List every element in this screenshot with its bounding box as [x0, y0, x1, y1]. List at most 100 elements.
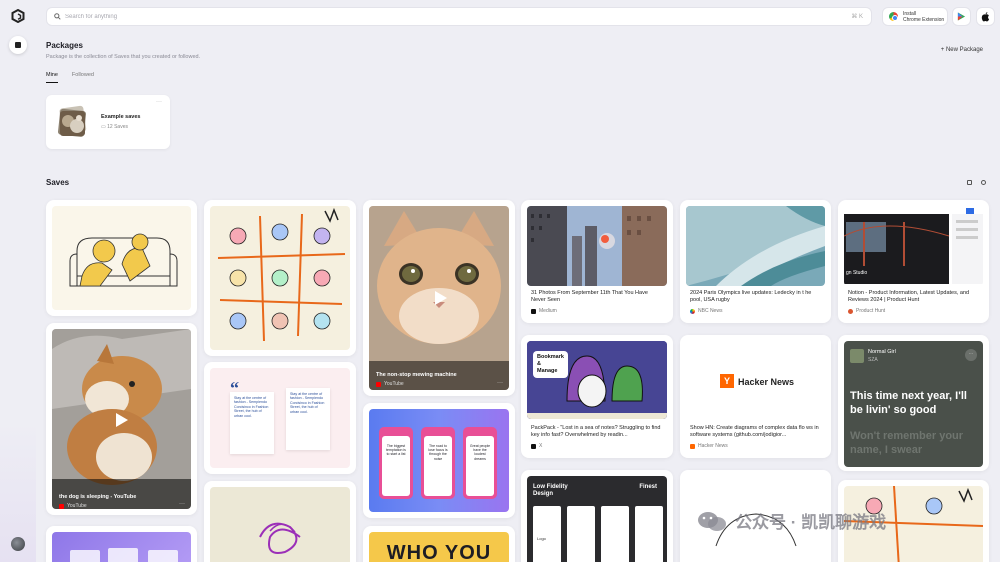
tab-mine[interactable]: Mine — [46, 72, 58, 83]
package-name: Example saves — [101, 114, 141, 120]
left-rail — [0, 0, 36, 562]
card-source: Product Hunt — [848, 308, 885, 314]
card-source: YouTube — [376, 381, 404, 387]
save-card-tweet[interactable]: Bookmark & Manage PackPack - "Lost in a se… — [521, 335, 673, 458]
x-icon — [531, 443, 536, 449]
card-image: WHO YOU — [369, 532, 509, 562]
more-icon[interactable]: ··· — [179, 501, 185, 507]
wechat-icon — [698, 511, 726, 531]
card-image — [210, 487, 350, 562]
more-icon[interactable]: ··· — [497, 380, 503, 386]
image-caption: gn Studio — [846, 270, 868, 276]
youtube-icon — [59, 503, 64, 509]
wireframe-label: Finest — [639, 484, 657, 490]
view-toggle — [967, 180, 986, 185]
save-card-banner[interactable]: WHO YOU — [363, 526, 515, 562]
save-card-illustration-sofa[interactable] — [46, 200, 197, 316]
search-input[interactable] — [65, 13, 765, 20]
artist-name: SZA — [868, 357, 878, 363]
settings-icon[interactable] — [981, 180, 986, 185]
card-image: The non-stop mewing machine YouTube ··· — [369, 206, 509, 390]
lyric-line-faded: Won't remember your name, I swear — [850, 430, 964, 456]
card-image — [52, 206, 191, 310]
wireframe-title: Low Fidelity Design — [533, 484, 568, 497]
package-count: ▭ 12 Saves — [101, 124, 128, 130]
app-logo-icon[interactable] — [11, 9, 25, 23]
hacker-news-title: Hacker News — [738, 377, 795, 387]
save-card-medium-article[interactable]: 31 Photos From September 11th That You H… — [521, 200, 673, 323]
hacker-news-logo-icon: Y — [720, 374, 734, 388]
search-bar[interactable]: ⌘ K — [46, 7, 872, 26]
save-card-video-cat[interactable]: The non-stop mewing machine YouTube ··· — [363, 200, 515, 396]
card-title: the dog is sleeping - YouTube — [59, 494, 137, 500]
extension-line2: Chrome Extension — [903, 16, 945, 23]
card-image: Normal Girl SZA ··· This time next year,… — [844, 341, 983, 467]
card-source: YouTube — [59, 503, 87, 509]
card-image — [210, 206, 350, 350]
card-source: NBC News — [690, 308, 722, 314]
more-icon[interactable]: ··· — [156, 99, 162, 105]
save-card-phones[interactable]: The biggest temptation is to start a lis… — [363, 403, 515, 518]
saves-title: Saves — [46, 178, 70, 187]
search-icon — [54, 13, 61, 20]
quote-card-right: Stay at the centre of fashion - Sempiend… — [286, 388, 330, 450]
save-card-nbc-article[interactable]: 2024 Paris Olympics live updates: Ledeck… — [680, 200, 831, 323]
play-icon[interactable] — [116, 413, 128, 427]
card-title: 2024 Paris Olympics live updates: Ledeck… — [690, 290, 812, 303]
medium-icon — [531, 308, 536, 314]
song-title: Normal Girl — [868, 349, 896, 355]
chrome-icon — [889, 12, 898, 21]
app-store-button[interactable] — [976, 7, 995, 26]
save-card-wireframe[interactable]: Low Fidelity Design Finest Logo — [521, 470, 673, 562]
user-avatar[interactable] — [11, 537, 25, 551]
apple-icon — [981, 11, 990, 21]
save-card-scribble[interactable] — [204, 481, 356, 562]
play-icon[interactable] — [435, 291, 447, 305]
card-image: Low Fidelity Design Finest Logo — [527, 476, 667, 562]
card-title: Notion - Product Information, Latest Upd… — [848, 290, 970, 303]
tab-followed[interactable]: Followed — [72, 72, 94, 83]
card-image — [527, 206, 667, 286]
packages-tabs: Mine Followed — [46, 72, 94, 83]
card-image — [686, 206, 825, 286]
quote-card-left: Stay at the centre of fashion - Sempiend… — [230, 392, 274, 454]
card-title: The non-stop mewing machine — [376, 372, 457, 378]
card-title: 31 Photos From September 11th That You H… — [531, 290, 648, 303]
save-card-doodle-grid[interactable] — [204, 200, 356, 356]
banner-text: WHO YOU — [386, 542, 492, 562]
card-source: Medium — [531, 308, 557, 314]
grid-view-icon[interactable] — [967, 180, 972, 185]
album-art — [850, 349, 864, 363]
new-package-button[interactable]: + New Package — [941, 47, 983, 53]
card-image — [52, 532, 191, 562]
nbc-icon — [690, 308, 695, 314]
card-source: X — [531, 443, 542, 449]
install-extension-button[interactable]: Install Chrome Extension — [882, 7, 948, 26]
save-card-purple[interactable] — [46, 526, 197, 562]
watermark: 公众号 · 凯凯聊游戏 — [697, 508, 886, 533]
phone-mock-2: The road to lose focus is through the no… — [421, 427, 455, 499]
google-play-button[interactable] — [952, 7, 971, 26]
save-card-hacker-news[interactable]: Y Hacker News Show HN: Create diagrams o… — [680, 335, 831, 458]
home-button[interactable] — [9, 36, 27, 54]
more-icon[interactable]: ··· — [965, 349, 977, 361]
card-image: Bookmark & Manage — [527, 341, 667, 419]
save-card-lyrics[interactable]: Normal Girl SZA ··· This time next year,… — [838, 335, 989, 471]
speech-bubble: Bookmark & Manage — [533, 351, 568, 378]
save-card-product-hunt[interactable]: gn Studio Notion - Product Information, … — [838, 200, 989, 323]
youtube-icon — [376, 381, 381, 387]
package-card[interactable]: Example saves ▭ 12 Saves ··· — [46, 95, 170, 149]
home-icon — [15, 42, 21, 48]
search-shortcut: ⌘ K — [851, 14, 863, 20]
card-source: Hacker News — [690, 443, 728, 449]
card-title: Show HN: Create diagrams of complex data… — [690, 425, 819, 438]
lyric-line: This time next year, I'll be livin' so g… — [850, 390, 967, 416]
packages-subtitle: Package is the collection of Saves that … — [46, 54, 201, 60]
google-play-icon — [957, 12, 966, 21]
save-card-video-dog[interactable]: the dog is sleeping - YouTube YouTube ··… — [46, 323, 197, 515]
card-image: gn Studio — [844, 206, 983, 286]
product-hunt-icon — [848, 308, 853, 314]
save-card-quotes[interactable]: “ Stay at the centre of fashion - Sempie… — [204, 362, 356, 474]
watermark-text: 公众号 · 凯凯聊游戏 — [735, 513, 887, 532]
card-image: the dog is sleeping - YouTube YouTube ··… — [52, 329, 191, 509]
